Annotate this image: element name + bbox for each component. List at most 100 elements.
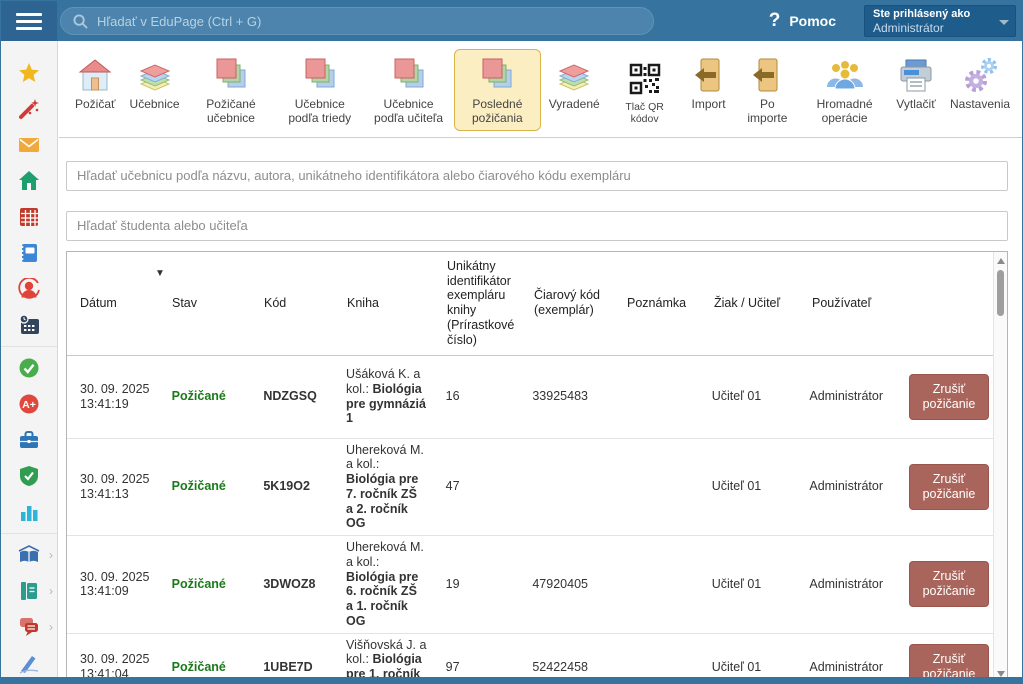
main-content: Požičať Učebnice Požičané učebnice xyxy=(59,41,1022,677)
cancel-loan-button[interactable]: Zrušiť požičanie xyxy=(909,644,989,677)
tool-pozicane-ucebnice[interactable]: Požičané učebnice xyxy=(188,49,275,131)
cell-uid: 16 xyxy=(433,385,520,408)
tool-pozicat[interactable]: Požičať xyxy=(69,49,122,117)
scroll-down-icon[interactable] xyxy=(997,671,1005,677)
header-stav[interactable]: Stav xyxy=(159,292,251,315)
header-pouzivatel[interactable]: Používateľ xyxy=(799,292,899,315)
gears-icon xyxy=(960,57,1000,95)
layers-stack-icon xyxy=(554,57,594,95)
door-arrow-left-icon xyxy=(690,57,728,95)
cancel-loan-button[interactable]: Zrušiť požičanie xyxy=(909,374,989,420)
chevron-right-icon: › xyxy=(49,584,53,598)
person-search-input[interactable] xyxy=(66,211,1008,241)
qr-code-icon xyxy=(629,63,661,95)
cell-status: Požičané xyxy=(159,475,251,498)
tool-vyradene[interactable]: Vyradené xyxy=(543,49,606,117)
sort-descending-icon[interactable]: ▼ xyxy=(155,268,165,279)
tool-label: Požičané učebnice xyxy=(194,98,269,126)
scrollbar-thumb[interactable] xyxy=(997,270,1004,316)
tool-posledne-pozicania[interactable]: Posledné požičania xyxy=(454,49,541,131)
people-group-icon xyxy=(825,57,865,95)
hamburger-icon xyxy=(16,9,42,34)
scroll-up-icon[interactable] xyxy=(997,258,1005,264)
tool-vytlacit[interactable]: Vytlačiť xyxy=(890,49,942,117)
cell-uid: 19 xyxy=(433,573,520,596)
sidebar-item-timetable[interactable] xyxy=(1,199,57,235)
tool-label: Posledné požičania xyxy=(460,98,535,126)
sidebar-item-favorites[interactable] xyxy=(1,55,57,91)
bar-chart-icon xyxy=(18,501,40,523)
sidebar-item-home[interactable] xyxy=(1,163,57,199)
help-question-icon: ? xyxy=(769,10,781,32)
book-title: Biológia pre 7. ročník ZŠ a 2. ročník OG xyxy=(346,472,418,530)
tool-po-importe[interactable]: Po importe xyxy=(736,49,800,131)
tool-label: Učebnice xyxy=(130,98,180,112)
tool-nastavenia[interactable]: Nastavenia xyxy=(944,49,1016,117)
edupage-library-window: ? Pomoc Ste prihlásený ako Administrátor xyxy=(0,0,1023,684)
search-icon xyxy=(73,14,88,29)
left-sidebar: A+ xyxy=(1,41,58,677)
cell-user: Administrátor xyxy=(796,475,896,498)
header-ziak-ucitel[interactable]: Žiak / Učiteľ xyxy=(701,292,799,315)
header-ciarovy-kod[interactable]: Čiarový kód (exemplár) xyxy=(521,284,614,322)
tool-label: Tlač QR kódov xyxy=(614,101,676,125)
header-kniha[interactable]: Kniha xyxy=(334,292,434,315)
door-arrow-left-icon xyxy=(748,57,786,95)
cell-code: NDZGSQ xyxy=(250,385,333,408)
tool-ucebnice-podla-triedy[interactable]: Učebnice podľa triedy xyxy=(276,49,363,131)
help-button[interactable]: ? Pomoc xyxy=(769,10,836,32)
sidebar-item-signature[interactable] xyxy=(1,645,57,677)
star-icon xyxy=(18,62,40,84)
sidebar-item-grades[interactable]: A+ xyxy=(1,386,57,422)
header-poznamka[interactable]: Poznámka xyxy=(614,292,701,315)
cell-code: 1UBE7D xyxy=(250,656,333,677)
header-kod[interactable]: Kód xyxy=(251,292,334,315)
signed-in-label: Ste prihlásený ako xyxy=(873,8,995,21)
table-row: 30. 09. 2025 13:41:04 Požičané 1UBE7D Vi… xyxy=(67,634,1007,677)
book-search-input[interactable] xyxy=(66,161,1008,191)
overlapping-squares-icon xyxy=(211,57,251,95)
book-author: Uhereková M. a kol.: xyxy=(346,443,424,472)
tool-tlac-qr-kodov[interactable]: Tlač QR kódov xyxy=(608,49,682,130)
tool-ucebnice[interactable]: Učebnice xyxy=(124,49,186,117)
sidebar-item-security[interactable] xyxy=(1,458,57,494)
cell-note xyxy=(612,483,699,491)
table-scrollbar[interactable] xyxy=(993,252,1007,677)
sidebar-item-profile[interactable] xyxy=(1,271,57,307)
sidebar-item-statistics[interactable] xyxy=(1,494,57,530)
header-unikatny-identifikator[interactable]: Unikátny identifikátor exempláru knihy (… xyxy=(434,255,521,352)
cell-book: Ušáková K. a kol.: Biológia pre gymnáziá… xyxy=(333,363,433,430)
sidebar-item-notebook[interactable] xyxy=(1,235,57,271)
sidebar-item-agenda[interactable] xyxy=(1,422,57,458)
cancel-loan-button[interactable]: Zrušiť požičanie xyxy=(909,464,989,510)
signed-in-user: Administrátor xyxy=(873,21,995,35)
cell-book: Višňovská J. a kol.: Biológia pre 1. roč… xyxy=(333,634,433,677)
hamburger-menu-button[interactable] xyxy=(1,1,57,41)
person-icon xyxy=(18,278,40,300)
sidebar-item-library[interactable]: › xyxy=(1,537,57,573)
sidebar-item-chat[interactable]: › xyxy=(1,609,57,645)
tool-label: Import xyxy=(692,98,726,112)
logged-in-user-dropdown[interactable]: Ste prihlásený ako Administrátor xyxy=(864,5,1016,37)
sidebar-item-calendar[interactable] xyxy=(1,307,57,343)
book-title: Biológia pre 6. ročník ZŠ a 1. ročník OG xyxy=(346,570,418,628)
sidebar-item-wizard[interactable] xyxy=(1,91,57,127)
overlapping-squares-icon xyxy=(389,57,429,95)
chevron-right-icon: › xyxy=(49,620,53,634)
header-datum[interactable]: Dátum xyxy=(67,292,159,315)
tool-hromadne-operacie[interactable]: Hromadné operácie xyxy=(801,49,888,131)
tool-import[interactable]: Import xyxy=(684,49,734,117)
cancel-loan-button[interactable]: Zrušiť požičanie xyxy=(909,561,989,607)
cell-person: Učiteľ 01 xyxy=(699,385,797,408)
table-header-row: Dátum Stav Kód Kniha Unikátny identifiká… xyxy=(67,252,1007,356)
calendar-clock-icon xyxy=(18,314,40,336)
tool-ucebnice-podla-ucitela[interactable]: Učebnice podľa učiteľa xyxy=(365,49,452,131)
envelope-icon xyxy=(18,134,40,156)
sidebar-item-messages[interactable] xyxy=(1,127,57,163)
sidebar-item-attendance[interactable] xyxy=(1,350,57,386)
sidebar-separator xyxy=(1,533,57,534)
sidebar-item-documents[interactable]: › xyxy=(1,573,57,609)
global-search[interactable] xyxy=(60,7,654,35)
global-search-input[interactable] xyxy=(97,14,641,29)
table-row: 30. 09. 2025 13:41:13 Požičané 5K19O2 Uh… xyxy=(67,439,1007,537)
